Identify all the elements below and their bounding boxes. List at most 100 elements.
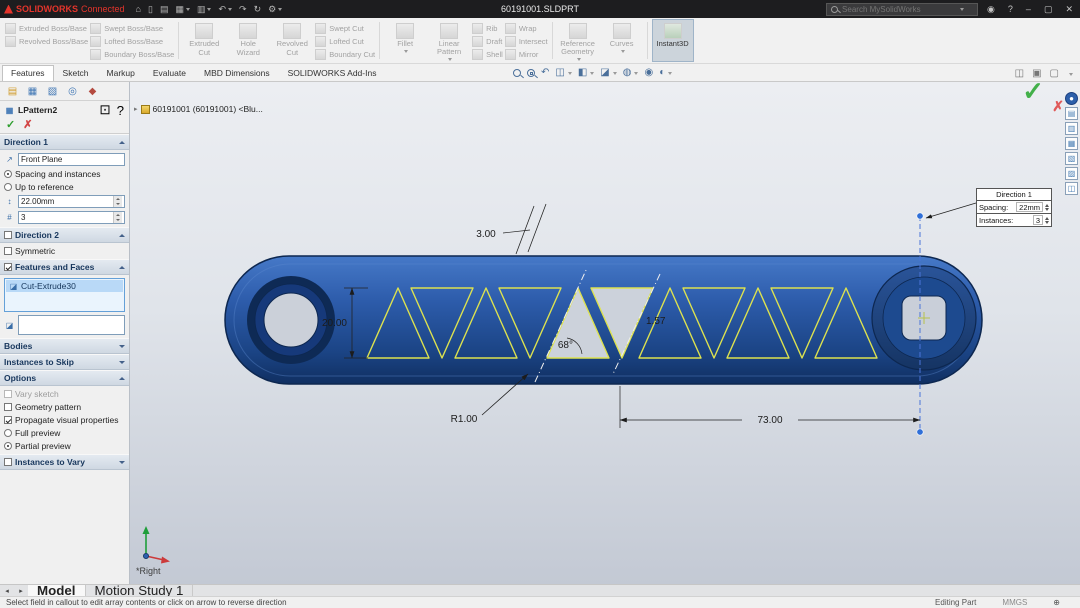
hole-wizard-button[interactable]: Hole Wizard: [227, 19, 269, 62]
dimension-gap[interactable]: 1.57: [646, 316, 666, 327]
zoom-to-fit-button[interactable]: [512, 66, 522, 80]
instant3d-button[interactable]: Instant3D: [651, 19, 694, 62]
shell-button[interactable]: Shell: [472, 48, 503, 60]
spacing-instances-radio[interactable]: [4, 170, 12, 178]
up-to-reference-radio[interactable]: [4, 183, 12, 191]
dimension-spacing[interactable]: 3.00: [476, 229, 496, 240]
file-explorer-button[interactable]: ▦: [1065, 137, 1078, 150]
tab-markup[interactable]: Markup: [98, 65, 144, 81]
callout-instances-stepper[interactable]: [1045, 216, 1049, 224]
model-tab[interactable]: Model: [28, 583, 86, 598]
instances-stepper[interactable]: [113, 212, 122, 223]
rebuild-button[interactable]: ↻: [251, 1, 265, 17]
help-button[interactable]: ?: [1004, 4, 1017, 14]
extruded-boss-button[interactable]: Extruded Boss/Base: [5, 22, 88, 34]
spacing-stepper[interactable]: [113, 196, 122, 207]
view-orientation-button[interactable]: ◧: [577, 66, 595, 80]
tab-solidworks-addins[interactable]: SOLIDWORKS Add-Ins: [279, 65, 386, 81]
bodies-section-header[interactable]: Bodies: [0, 338, 129, 354]
close-button[interactable]: ✕: [1061, 4, 1077, 15]
propagate-visual-option[interactable]: Propagate visual properties: [4, 415, 125, 425]
tab-evaluate[interactable]: Evaluate: [144, 65, 195, 81]
boundary-cut-button[interactable]: Boundary Cut: [315, 48, 375, 60]
instances-to-skip-section-header[interactable]: Instances to Skip: [0, 354, 129, 370]
redo-button[interactable]: ↷: [236, 1, 250, 17]
display-style-button[interactable]: ◪: [599, 66, 617, 80]
feedback-button[interactable]: ⊡: [98, 102, 111, 117]
dimension-radius[interactable]: R1.00: [451, 414, 478, 425]
feature-tree-flyout[interactable]: ▸ 60191001 (60191001) <Blu...: [134, 104, 263, 114]
geometry-pattern-checkbox[interactable]: [4, 403, 12, 411]
spacing-instances-option[interactable]: Spacing and instances: [4, 169, 125, 179]
user-account-button[interactable]: ◉: [983, 4, 999, 15]
intersect-button[interactable]: Intersect: [504, 35, 548, 47]
direction1-reference-field[interactable]: Front Plane: [18, 153, 125, 166]
propagate-visual-checkbox[interactable]: [4, 416, 12, 424]
swept-cut-button[interactable]: Swept Cut: [315, 22, 375, 34]
left-hole[interactable]: [263, 292, 319, 348]
direction-endpoint[interactable]: [916, 428, 924, 436]
minimize-button[interactable]: –: [1022, 4, 1035, 14]
callout-spacing-value[interactable]: 22mm: [1016, 202, 1043, 212]
dimension-angle[interactable]: 68°: [558, 340, 573, 351]
view-palette-button[interactable]: ▧: [1065, 152, 1078, 165]
maximize-button[interactable]: ▢: [1040, 4, 1057, 15]
units-label[interactable]: MMGS: [1002, 598, 1027, 607]
previous-view-button[interactable]: ↶: [540, 66, 550, 80]
3dexperience-button[interactable]: ●: [1065, 92, 1078, 105]
expand-tree-icon[interactable]: ▸: [134, 105, 138, 113]
design-library-button[interactable]: ▥: [1065, 122, 1078, 135]
lofted-cut-button[interactable]: Lofted Cut: [315, 35, 375, 47]
callout-spacing-row[interactable]: Spacing: 22mm: [976, 201, 1052, 214]
vary-sketch-option[interactable]: Vary sketch: [4, 389, 125, 399]
revolved-boss-button[interactable]: Revolved Boss/Base: [5, 35, 88, 47]
search-box[interactable]: [826, 2, 979, 16]
new-document-button[interactable]: ▯: [145, 1, 156, 17]
symmetric-checkbox[interactable]: [4, 247, 12, 255]
draft-button[interactable]: Draft: [472, 35, 503, 47]
globe-icon[interactable]: ⊕: [1053, 598, 1060, 607]
tab-mbd-dimensions[interactable]: MBD Dimensions: [195, 65, 279, 81]
part-tree-root-label[interactable]: 60191001 (60191001) <Blu...: [153, 104, 263, 114]
features-to-pattern-list[interactable]: ◪ Cut-Extrude30: [4, 278, 125, 312]
partial-preview-radio[interactable]: [4, 442, 12, 450]
direction1-section-header[interactable]: Direction 1: [0, 134, 129, 150]
full-preview-option[interactable]: Full preview: [4, 428, 125, 438]
geometry-pattern-option[interactable]: Geometry pattern: [4, 402, 125, 412]
fullscreen-button[interactable]: ▢: [1049, 67, 1060, 81]
save-button[interactable]: ▦: [172, 1, 193, 17]
fillet-button[interactable]: Fillet: [384, 19, 426, 62]
appearances-button[interactable]: ▨: [1065, 167, 1078, 180]
swept-boss-button[interactable]: Swept Boss/Base: [90, 22, 174, 34]
lofted-boss-button[interactable]: Lofted Boss/Base: [90, 35, 174, 47]
features-faces-checkbox[interactable]: [4, 263, 12, 271]
property-manager-tab[interactable]: ▦: [24, 84, 41, 98]
callout-instances-row[interactable]: Instances: 3: [976, 214, 1052, 227]
edit-appearance-button[interactable]: ◉: [643, 66, 654, 80]
symmetric-option[interactable]: Symmetric: [4, 246, 125, 256]
confirm-cancel-button[interactable]: ✗: [1052, 98, 1064, 115]
vary-sketch-checkbox[interactable]: [4, 390, 12, 398]
direction1-callout[interactable]: Direction 1 Spacing: 22mm Instances: 3: [976, 188, 1052, 227]
list-item[interactable]: ◪ Cut-Extrude30: [6, 280, 123, 292]
confirm-ok-button[interactable]: ✓: [1022, 82, 1044, 107]
pane-display-button[interactable]: ▣: [1031, 67, 1042, 81]
home-button[interactable]: ⌂: [133, 1, 144, 17]
callout-spacing-stepper[interactable]: [1045, 203, 1049, 211]
boundary-boss-button[interactable]: Boundary Boss/Base: [90, 48, 174, 60]
tab-scroll-left-button[interactable]: ◂: [0, 585, 14, 596]
direction2-checkbox[interactable]: [4, 231, 12, 239]
callout-instances-value[interactable]: 3: [1032, 215, 1043, 225]
mirror-button[interactable]: Mirror: [504, 48, 548, 60]
search-input[interactable]: [842, 4, 955, 14]
split-pane-button[interactable]: ◫: [1014, 67, 1025, 81]
features-faces-section-header[interactable]: Features and Faces: [0, 259, 129, 275]
faces-to-pattern-list[interactable]: [18, 315, 125, 335]
tab-scroll-right-button[interactable]: ▸: [14, 585, 28, 596]
tab-features[interactable]: Features: [2, 65, 54, 81]
rib-button[interactable]: Rib: [472, 22, 503, 34]
graphics-area[interactable]: 3.00 20.00 68° 1.57 R1.00 73.00 ▸ 601910…: [130, 82, 1080, 584]
tab-sketch[interactable]: Sketch: [54, 65, 98, 81]
motion-study-tab[interactable]: Motion Study 1: [86, 583, 194, 598]
direction-endpoint[interactable]: [916, 212, 924, 220]
